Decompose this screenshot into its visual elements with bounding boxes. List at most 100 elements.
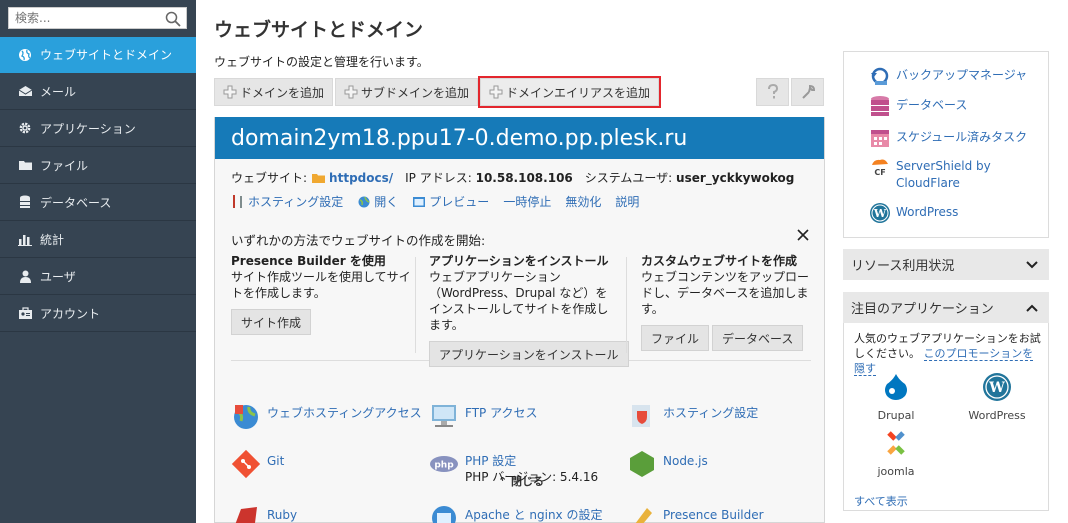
install-app-button[interactable]: アプリケーションをインストール (429, 341, 629, 367)
gear-icon (16, 120, 34, 136)
files-button[interactable]: ファイル (641, 325, 710, 351)
backup-manager-item[interactable]: バックアップマネージャ (869, 65, 1027, 87)
add-subdomain-label: サブドメインを追加 (361, 85, 470, 100)
preview-label: プレビュー (429, 195, 490, 209)
suspend-link[interactable]: 一時停止 (503, 193, 551, 210)
apache-nginx-icon (432, 506, 456, 523)
preview-link[interactable]: プレビュー (412, 193, 489, 210)
sidebar-item-label: メール (40, 84, 77, 99)
open-link[interactable]: 開く (357, 193, 398, 210)
plus-icon (223, 85, 237, 99)
toolbar-right (754, 78, 824, 106)
ftp-access-link[interactable]: FTP アクセス (465, 401, 537, 421)
add-domain-button[interactable]: ドメインを追加 (214, 78, 334, 106)
sysuser-value: user_yckkywokog (676, 170, 795, 185)
preview-icon (413, 196, 426, 207)
servershield-link[interactable]: ServerShield by CloudFlare (896, 156, 1029, 192)
featured-apps-header[interactable]: 注目のアプリケーション (843, 292, 1049, 323)
plus-icon (489, 85, 503, 99)
sidebar-item-applications[interactable]: アプリケーション (0, 110, 196, 147)
wordpress-item[interactable]: W WordPress (869, 202, 958, 224)
joomla-label: joomla (877, 465, 915, 478)
resource-usage-header[interactable]: リソース利用状況 (843, 249, 1049, 280)
add-domain-alias-button[interactable]: ドメインエイリアスを追加 (478, 76, 662, 108)
chevron-down-icon (1026, 261, 1038, 269)
hosting-settings-link[interactable]: ホスティング設定 (231, 193, 343, 210)
resource-usage-title: リソース利用状況 (851, 259, 955, 274)
user-icon (16, 268, 34, 284)
search-box[interactable] (8, 7, 187, 29)
wordpress-link[interactable]: WordPress (896, 202, 958, 221)
scheduled-tasks-item[interactable]: スケジュール済みタスク (869, 127, 1027, 149)
sidebar-item-databases[interactable]: データベース (0, 184, 196, 221)
website-label: ウェブサイト: (231, 171, 308, 185)
sidebar-item-mail[interactable]: メール (0, 73, 196, 110)
tools-button[interactable] (791, 78, 824, 106)
servershield-item[interactable]: CF ServerShield by CloudFlare (869, 156, 1029, 192)
right-column: バックアップマネージャ データベース スケジュール済みタスク CF Server… (843, 51, 1049, 511)
sidebar-item-files[interactable]: ファイル (0, 147, 196, 184)
create-site-button[interactable]: サイト作成 (231, 309, 312, 335)
search-icon[interactable] (164, 10, 182, 28)
hosting-settings-tile[interactable]: ホスティング設定 (627, 401, 758, 431)
php-settings-link[interactable]: PHP 設定 (465, 454, 516, 468)
joomla-icon (887, 431, 905, 455)
ftp-access-tile[interactable]: FTP アクセス (429, 401, 537, 431)
git-tile[interactable]: Git (231, 449, 284, 479)
page-title: ウェブサイトとドメイン (214, 19, 424, 41)
sidebar: ウェブサイトとドメイン メール アプリケーション ファイル データベース 統計 … (0, 0, 196, 523)
sidebar-item-label: ウェブサイトとドメイン (40, 48, 173, 62)
ip-value: 10.58.108.106 (475, 170, 573, 185)
wordpress-app[interactable]: W WordPress (962, 372, 1032, 422)
sysuser-label: システムユーザ: (584, 171, 673, 185)
svg-text:W: W (873, 207, 887, 220)
wrench-icon (801, 84, 815, 99)
apache-nginx-tile[interactable]: Apache と nginx の設定 (429, 503, 602, 523)
databases-button[interactable]: データベース (712, 325, 804, 351)
drupal-icon (885, 374, 907, 400)
sidebar-item-label: ユーザ (40, 269, 76, 284)
php-settings-tile[interactable]: php PHP 設定 PHP バージョン: 5.4.16 (429, 449, 598, 485)
sidebar-item-account[interactable]: アカウント (0, 295, 196, 332)
ruby-tile[interactable]: Ruby (231, 503, 297, 523)
presence-builder-link[interactable]: Presence Builder (663, 503, 764, 523)
drupal-app[interactable]: Drupal (861, 372, 931, 422)
close-icon[interactable] (795, 227, 811, 243)
search-input[interactable] (9, 8, 159, 28)
show-all-link[interactable]: すべて表示 (854, 493, 908, 509)
drupal-label: Drupal (877, 409, 915, 422)
disable-link[interactable]: 無効化 (565, 193, 601, 210)
httpdocs-link[interactable]: httpdocs/ (329, 171, 393, 185)
sidebar-nav: ウェブサイトとドメイン メール アプリケーション ファイル データベース 統計 … (0, 37, 196, 332)
sidebar-item-websites-domains[interactable]: ウェブサイトとドメイン (0, 37, 196, 73)
scheduled-tasks-link[interactable]: スケジュール済みタスク (896, 127, 1027, 146)
apache-nginx-link[interactable]: Apache と nginx の設定 (465, 503, 602, 523)
help-button[interactable] (756, 78, 789, 106)
git-link[interactable]: Git (267, 449, 284, 469)
php-icon: php (430, 456, 458, 472)
presence-builder-tile[interactable]: Presence Builder (627, 503, 764, 523)
description-link[interactable]: 説明 (615, 193, 639, 210)
chevron-up-icon (1026, 304, 1038, 312)
folder-icon (312, 173, 326, 183)
hosting-settings-tile-link[interactable]: ホスティング設定 (663, 401, 758, 421)
create-website-box: いずれかの方法でウェブサイトの作成を開始: Presence Builder を… (231, 223, 811, 488)
add-subdomain-button[interactable]: サブドメインを追加 (335, 78, 479, 106)
nodejs-link[interactable]: Node.js (663, 449, 708, 469)
help-icon (767, 84, 778, 99)
sidebar-item-users[interactable]: ユーザ (0, 258, 196, 295)
ruby-link[interactable]: Ruby (267, 503, 297, 523)
web-hosting-access-tile[interactable]: ウェブホスティングアクセス (231, 401, 422, 431)
sidebar-item-statistics[interactable]: 統計 (0, 221, 196, 258)
tools-icon (233, 194, 242, 208)
nodejs-tile[interactable]: Node.js (627, 449, 708, 479)
databases-link[interactable]: データベース (896, 95, 967, 114)
ftp-icon (432, 405, 456, 427)
databases-item[interactable]: データベース (869, 95, 967, 117)
web-hosting-access-link[interactable]: ウェブホスティングアクセス (267, 401, 422, 421)
hosting-access-icon (234, 405, 258, 429)
backup-manager-link[interactable]: バックアップマネージャ (896, 65, 1027, 84)
column-divider (626, 257, 627, 353)
joomla-app[interactable]: joomla (861, 428, 931, 478)
git-icon (231, 449, 261, 479)
